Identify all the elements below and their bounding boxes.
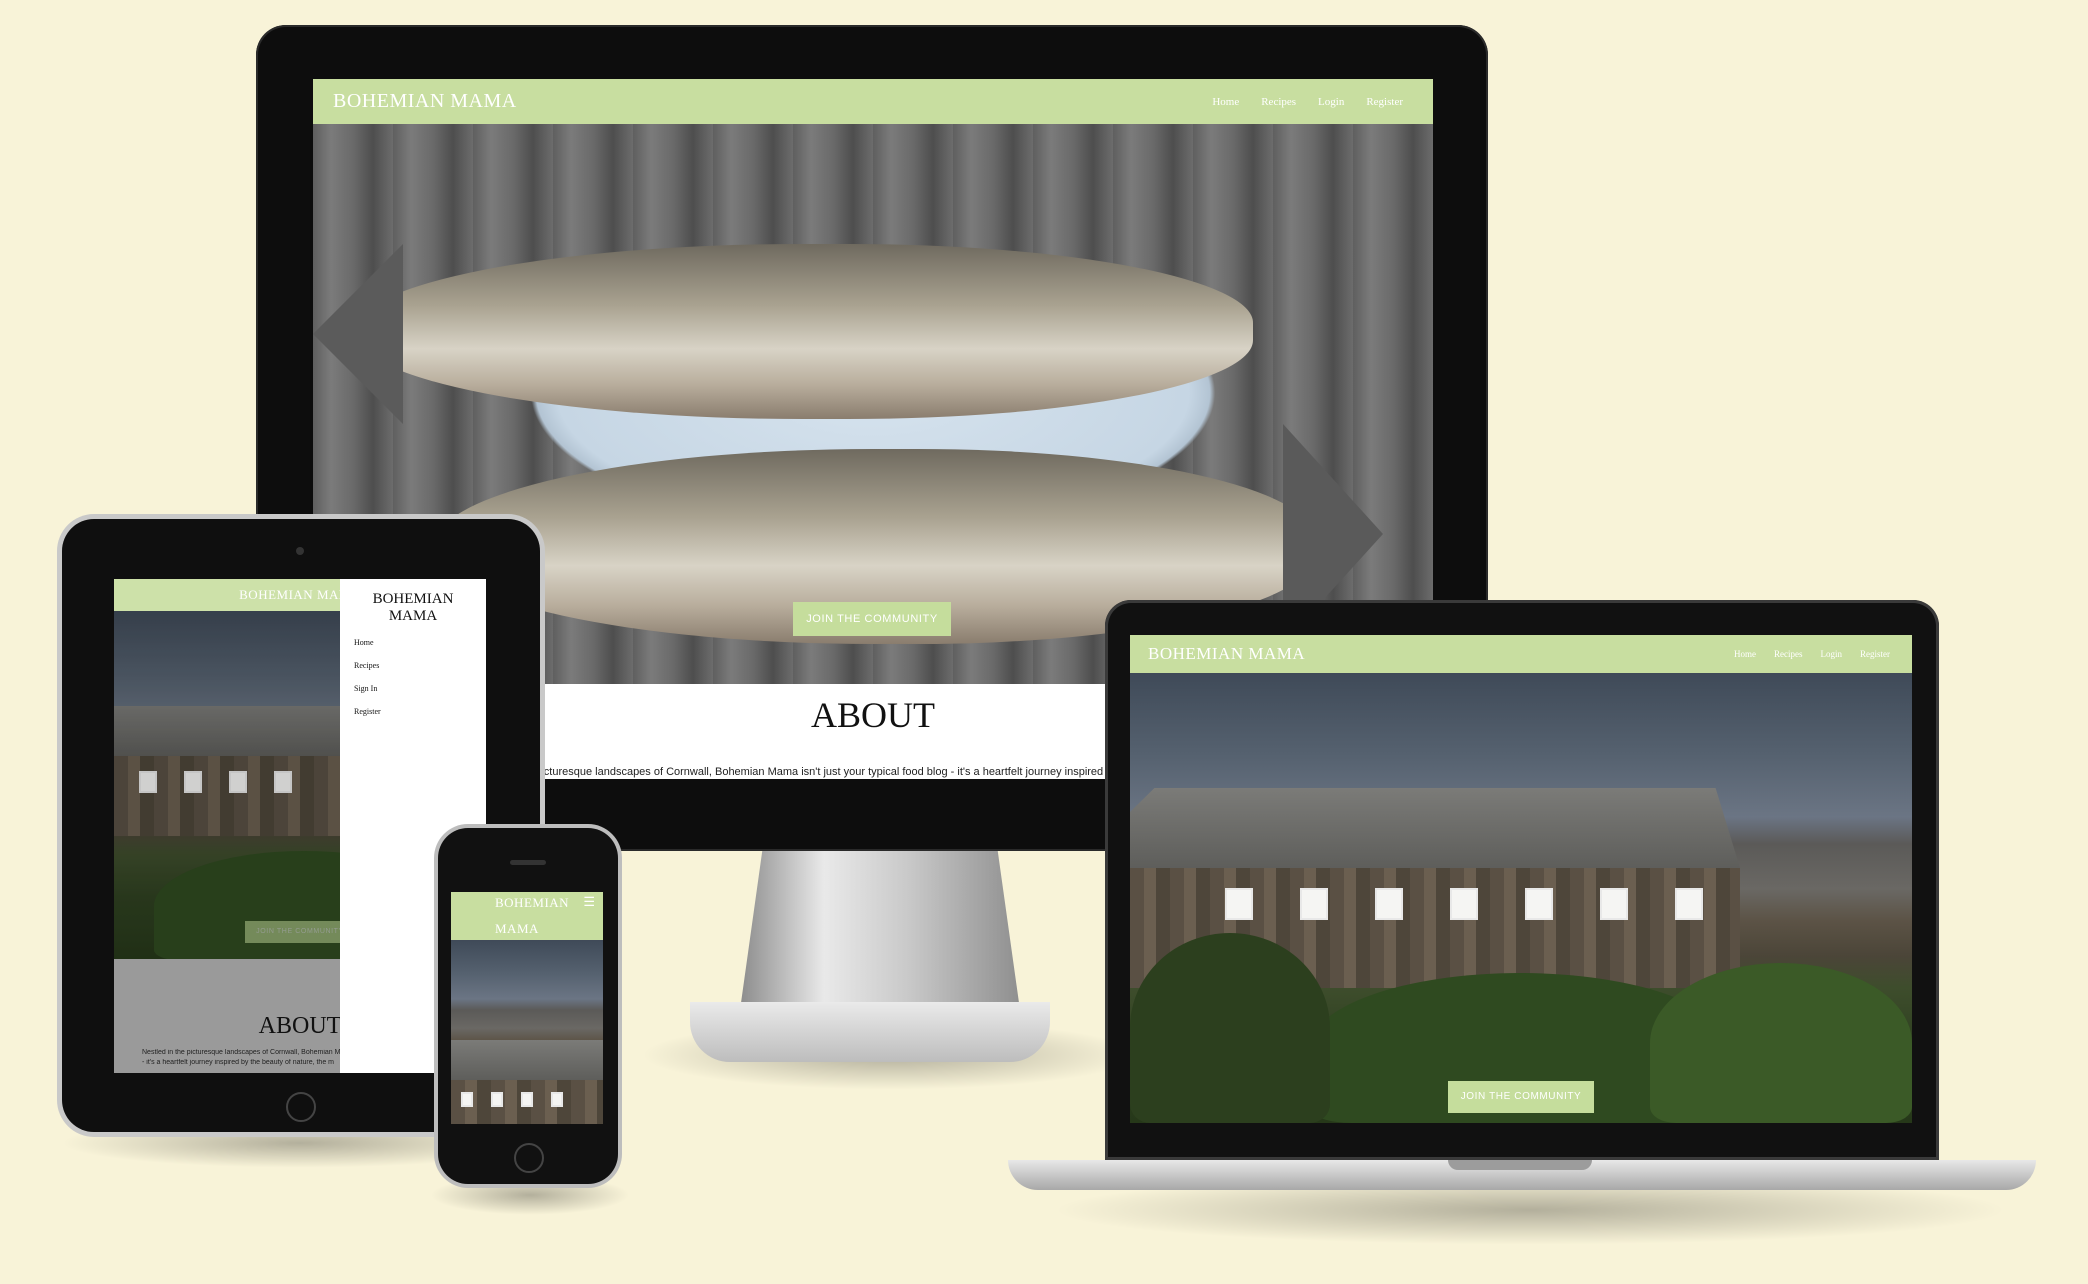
cottage-window — [1450, 888, 1478, 920]
site-brand[interactable]: BOHEMIAN MAMA — [495, 892, 569, 942]
nav-bar: BOHEMIAN MAMA Home Recipes Login Registe… — [1130, 635, 1912, 673]
site-brand[interactable]: BOHEMIAN MAMA — [333, 90, 517, 113]
site-brand[interactable]: BOHEMIAN MAMA — [1148, 644, 1305, 664]
cottage-roof — [451, 1040, 603, 1080]
laptop-screen: JOIN THE COMMUNITY BOHEMIAN MAMA Home Re… — [1130, 635, 1912, 1123]
phone-home-button[interactable] — [514, 1143, 544, 1173]
nav-login-link[interactable]: Login — [1821, 649, 1843, 659]
cottage-window — [1225, 888, 1253, 920]
cottage-window — [139, 771, 157, 793]
tree — [1130, 933, 1330, 1123]
nav-register-link[interactable]: Register — [1860, 649, 1890, 659]
cottage-window — [491, 1092, 503, 1107]
drawer-brand-line2: MAMA — [388, 608, 438, 624]
hero-image-cottages: JOIN THE COMMUNITY — [1130, 673, 1912, 1123]
cottage-window — [551, 1092, 563, 1107]
nav-home-link[interactable]: Home — [1212, 96, 1239, 108]
drawer-register-link[interactable]: Register — [354, 707, 381, 716]
fish-upper — [353, 244, 1253, 419]
join-community-button[interactable]: JOIN THE COMMUNITY — [1448, 1081, 1594, 1113]
cottage-window — [1300, 888, 1328, 920]
cottage-roof — [1130, 788, 1740, 868]
cottage-window — [229, 771, 247, 793]
cottage-window — [1375, 888, 1403, 920]
join-community-button[interactable]: JOIN THE COMMUNITY — [245, 921, 355, 943]
cottage-window — [274, 771, 292, 793]
drawer-home-link[interactable]: Home — [354, 638, 374, 647]
phone-speaker — [510, 860, 546, 865]
nav-login-link[interactable]: Login — [1318, 96, 1344, 108]
cottage-window — [1600, 888, 1628, 920]
nav-bar: BOHEMIAN MAMA ☰ — [451, 892, 603, 940]
cottage-window — [1525, 888, 1553, 920]
monitor-stand — [740, 850, 1020, 1010]
phone-screen: BOHEMIAN MAMA ☰ — [451, 892, 603, 1124]
drawer-brand[interactable]: BOHEMIAN MAMA — [340, 591, 486, 625]
nav-bar: BOHEMIAN MAMA Home Recipes Login Registe… — [313, 79, 1433, 124]
drawer-recipes-link[interactable]: Recipes — [354, 661, 379, 670]
nav-register-link[interactable]: Register — [1366, 96, 1403, 108]
laptop-notch — [1448, 1160, 1592, 1170]
drawer-brand-line1: BOHEMIAN — [372, 591, 454, 607]
nav-recipes-link[interactable]: Recipes — [1261, 96, 1296, 108]
site-brand-line1: BOHEMIAN — [495, 895, 570, 910]
nav-recipes-link[interactable]: Recipes — [1774, 649, 1803, 659]
hero-image-cottages — [451, 940, 603, 1124]
tablet-camera — [296, 547, 304, 555]
nav-home-link[interactable]: Home — [1734, 649, 1756, 659]
nav-links: Home Recipes Login Register — [1716, 649, 1890, 659]
fish-tail-upper — [313, 244, 403, 424]
join-community-button[interactable]: JOIN THE COMMUNITY — [793, 602, 951, 636]
hedge — [1650, 963, 1912, 1123]
site-brand-line2: MAMA — [495, 921, 539, 936]
tablet-screen: JOIN THE COMMUNITY BOHEMIAN MAMA ABOUT N… — [114, 579, 486, 1073]
hamburger-icon[interactable]: ☰ — [583, 894, 595, 910]
tablet-home-button[interactable] — [286, 1092, 316, 1122]
cottage-window — [184, 771, 202, 793]
cottage-window — [461, 1092, 473, 1107]
cottage-window — [1675, 888, 1703, 920]
cottage-window — [521, 1092, 533, 1107]
nav-links: Home Recipes Login Register — [1190, 96, 1403, 108]
drawer-signin-link[interactable]: Sign In — [354, 684, 377, 693]
monitor-base — [690, 1002, 1050, 1062]
